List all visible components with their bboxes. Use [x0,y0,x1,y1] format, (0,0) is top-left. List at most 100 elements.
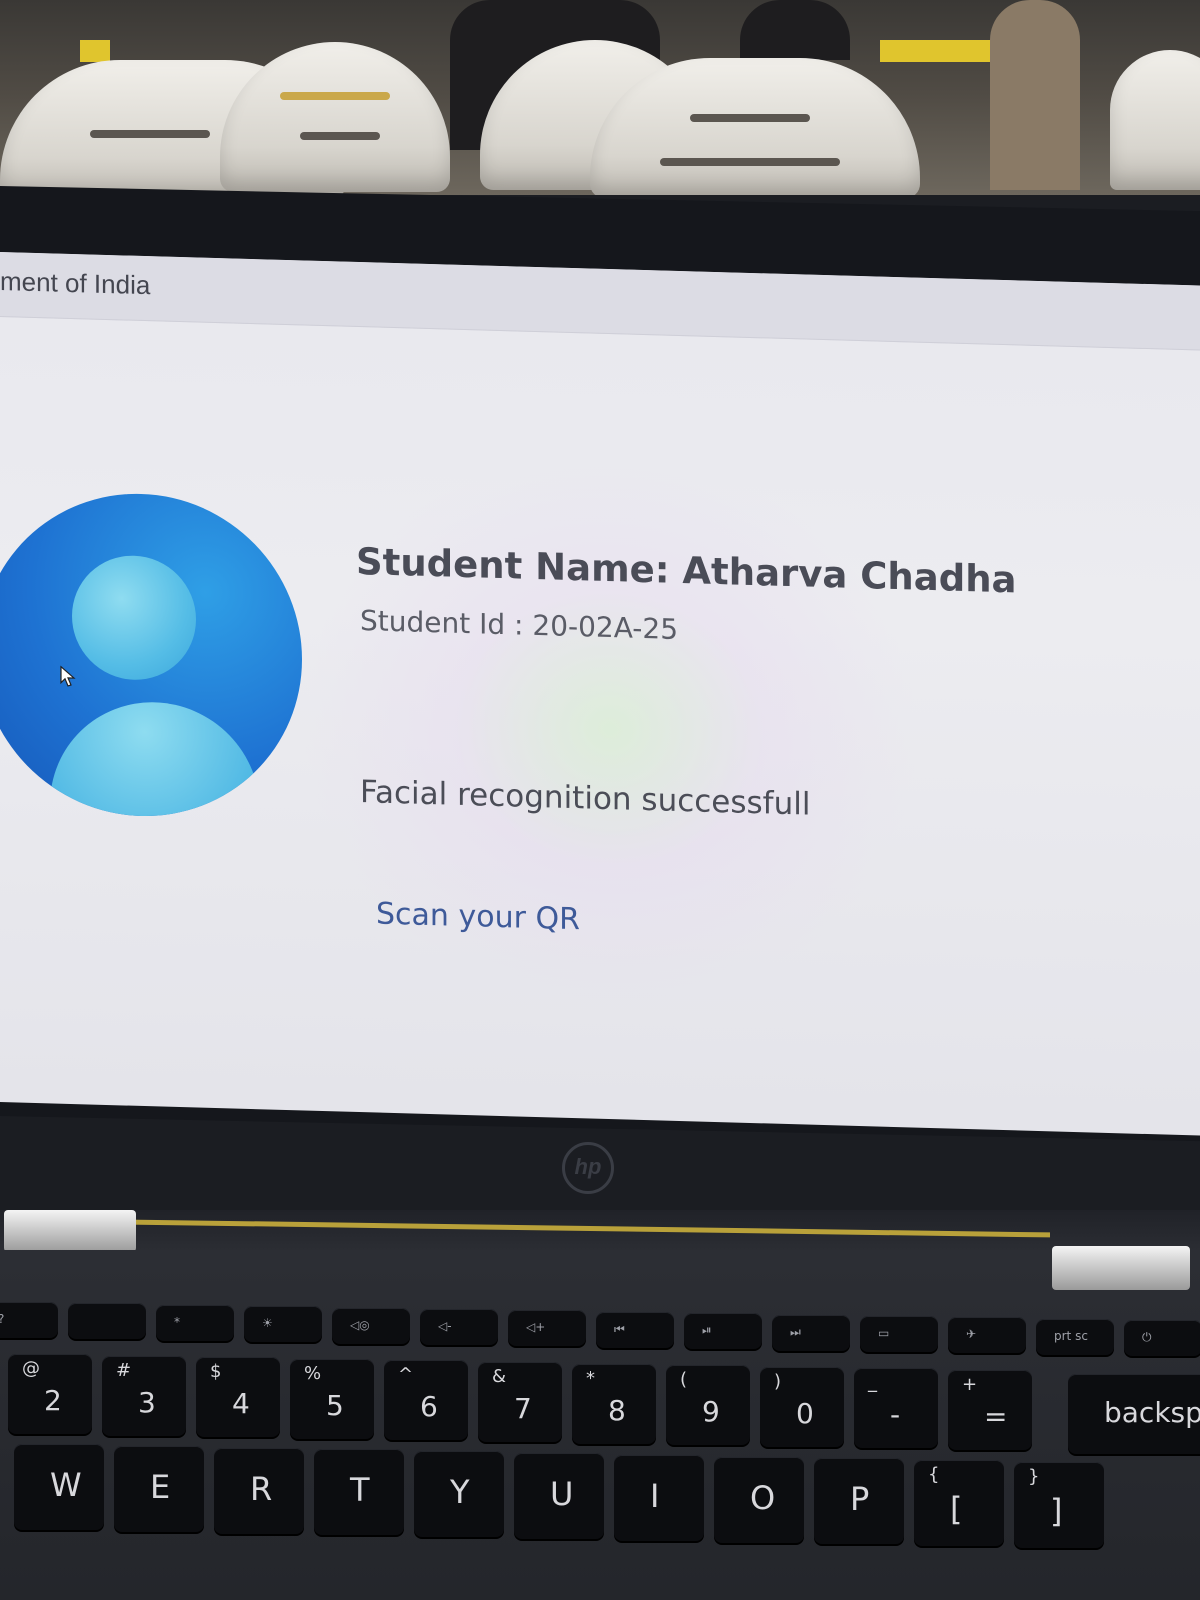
function-key[interactable]: ◁◎ [332,1307,410,1344]
number-key[interactable]: ) 0 [760,1366,844,1447]
mouse-cursor-icon [60,665,76,687]
avatar-body [50,699,260,821]
backspace-key[interactable]: backspace [1068,1374,1200,1454]
letter-key[interactable]: W [14,1444,104,1530]
key-label: ⏭ [790,1324,801,1339]
background-object [80,40,110,62]
key-label: ◁◎ [350,1317,370,1332]
letter-key[interactable]: I [614,1454,704,1541]
number-key[interactable]: & 7 [478,1362,562,1442]
number-key[interactable]: % 5 [290,1358,374,1439]
key-label: ] [1050,1492,1063,1530]
key-shift-label: @ [22,1358,40,1379]
function-key[interactable]: ▭ [860,1316,938,1352]
key-shift-label: + [962,1374,978,1395]
key-label: * [174,1314,180,1329]
key-label: Y [450,1473,470,1512]
key-label: ▭ [878,1326,890,1340]
function-key[interactable]: ◁+ [508,1310,586,1347]
key-label: W [50,1466,82,1504]
function-key[interactable]: ⏭ [772,1314,850,1351]
key-label: U [550,1475,574,1513]
hinge-right [1052,1246,1190,1290]
letter-key[interactable]: Y [414,1451,504,1538]
key-shift-label: & [492,1366,507,1387]
key-shift-label: ^ [398,1364,414,1386]
header-title: ment of India [0,266,151,301]
function-key[interactable]: ✈ [948,1317,1026,1354]
key-label: 6 [420,1390,438,1424]
function-key[interactable] [68,1303,146,1340]
key-label: 3 [138,1385,156,1419]
key-label: E [150,1467,171,1506]
number-key[interactable]: $4 [196,1357,280,1438]
number-key[interactable]: * 8 [572,1363,656,1444]
scan-qr-link[interactable]: Scan your QR [376,897,580,938]
function-key[interactable]: ⏮ [596,1311,674,1348]
key-shift-label: $ [210,1361,222,1383]
key-shift-label: } [1028,1466,1040,1487]
key-label: ⏻ [1142,1330,1152,1345]
key-label: - [890,1398,901,1432]
key-label: ⏯ [702,1323,712,1338]
letter-key[interactable]: R [214,1447,304,1534]
letter-key[interactable]: P [814,1458,904,1545]
key-label: T [350,1471,370,1510]
key-label: = [984,1400,1008,1433]
key-label: I [650,1476,660,1515]
key-label: 5 [326,1388,344,1422]
background-chair [1110,50,1200,190]
letter-key[interactable]: {[ [914,1460,1004,1547]
keyboard-deck: ?*☀◁◎◁-◁+⏮⏯⏭▭✈prt sc⏻@2#3$4%5^6&7*8(9)0_… [0,1250,1200,1600]
background-person [990,0,1080,190]
number-key[interactable]: ^ 6 [384,1360,468,1441]
key-label: 7 [514,1392,532,1425]
number-key[interactable]: + = [948,1370,1032,1450]
letter-key[interactable]: O [714,1456,804,1543]
function-key[interactable]: prt sc [1036,1318,1114,1355]
key-label: 9 [702,1395,720,1429]
background-person [740,0,850,60]
key-label: ⏮ [614,1321,625,1336]
function-key[interactable]: ⏯ [684,1313,762,1350]
key-shift-label: { [928,1464,940,1486]
background-venue [0,0,1200,195]
key-label: ◁+ [526,1320,546,1335]
key-label: ? [0,1312,4,1326]
key-shift-label: ( [680,1369,688,1391]
key-label: ◁- [438,1319,452,1333]
key-shift-label: % [304,1362,322,1384]
key-label: [ [950,1490,963,1529]
function-key[interactable]: * [156,1304,234,1341]
user-avatar-icon [0,489,302,821]
letter-key[interactable]: }] [1014,1462,1104,1548]
key-label: 8 [608,1393,626,1427]
function-key[interactable]: ⏻ [1124,1320,1200,1357]
key-label: 4 [232,1387,250,1421]
key-label: O [750,1478,776,1517]
key-shift-label: _ [868,1372,877,1394]
key-shift-label: ) [774,1370,782,1392]
key-label: R [250,1469,273,1508]
hinge-left [4,1210,136,1252]
letter-key[interactable]: U [514,1453,604,1539]
key-shift-label: # [116,1359,132,1381]
function-key[interactable]: ? [0,1302,58,1338]
letter-key[interactable]: T [314,1449,404,1536]
function-key[interactable]: ☀ [244,1306,322,1343]
number-key[interactable]: _ - [854,1368,938,1449]
letter-key[interactable]: E [114,1445,204,1532]
key-label: P [850,1480,870,1519]
key-shift-label: * [586,1367,595,1389]
key-label: ☀ [262,1316,273,1331]
key-label: 2 [44,1384,62,1417]
key-label: backspace [1104,1396,1200,1429]
app-screen: ment of India Student Name: Atharva Chad… [0,252,1200,1136]
function-key[interactable]: ◁- [420,1309,498,1345]
number-key[interactable]: #3 [102,1355,186,1436]
key-label: ✈ [966,1327,977,1342]
number-key[interactable]: (9 [666,1365,750,1446]
number-key[interactable]: @2 [8,1354,92,1434]
key-label: prt sc [1054,1328,1088,1343]
hp-logo: hp [562,1142,614,1194]
